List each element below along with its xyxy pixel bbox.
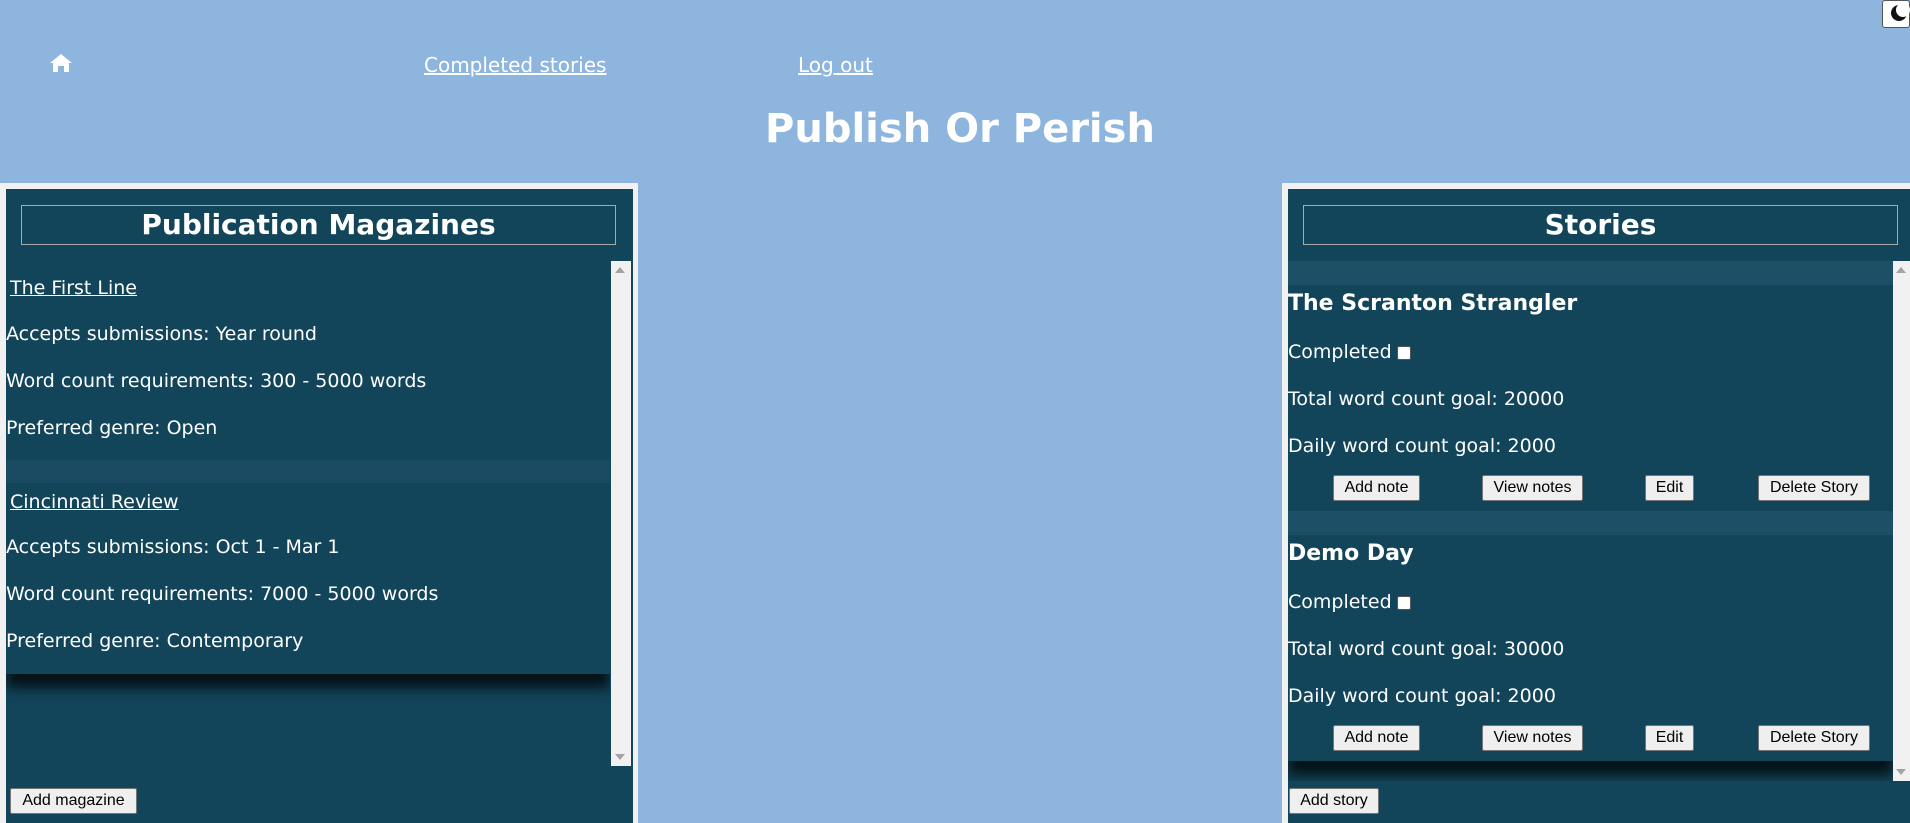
magazines-header: Publication Magazines	[21, 205, 616, 245]
daily-goal-text: Daily word count goal: 2000	[1288, 435, 1556, 457]
magazine-scrollbar[interactable]	[611, 261, 631, 766]
edit-button[interactable]: Edit	[1645, 475, 1694, 501]
edit-button[interactable]: Edit	[1645, 725, 1694, 751]
add-story-button[interactable]: Add story	[1289, 788, 1379, 814]
site-title: Publish Or Perish	[765, 106, 1155, 152]
completed-checkbox[interactable]	[1396, 345, 1411, 360]
completed-label: Completed	[1288, 591, 1392, 613]
magazine-link[interactable]: The First Line	[10, 277, 137, 299]
magazine-card: The First Line Accepts submissions: Year…	[6, 261, 610, 460]
delete-story-button[interactable]: Delete Story	[1758, 475, 1870, 501]
stories-panel: Stories The Scranton Strangler Completed…	[1282, 183, 1910, 823]
story-list[interactable]: The Scranton Strangler Completed Total w…	[1288, 261, 1893, 781]
word-count-text: Word count requirements: 300 - 5000 word…	[6, 370, 427, 392]
delete-story-button[interactable]: Delete Story	[1758, 725, 1870, 751]
story-card: Demo Day Completed Total word count goal…	[1288, 535, 1893, 761]
total-goal-text: Total word count goal: 30000	[1288, 638, 1565, 660]
completed-checkbox[interactable]	[1396, 595, 1411, 610]
story-title: Demo Day	[1288, 541, 1414, 566]
story-scrollbar[interactable]	[1893, 261, 1910, 781]
completed-label: Completed	[1288, 341, 1392, 363]
genre-text: Preferred genre: Open	[6, 417, 218, 439]
magazine-card: Cincinnati Review Accepts submissions: O…	[6, 483, 610, 674]
moon-icon	[1891, 3, 1910, 21]
stories-header: Stories	[1303, 205, 1898, 245]
completed-stories-link[interactable]: Completed stories	[424, 53, 606, 77]
magazines-panel: Publication Magazines The First Line Acc…	[0, 183, 638, 823]
add-magazine-button[interactable]: Add magazine	[10, 788, 137, 814]
story-title: The Scranton Strangler	[1288, 291, 1578, 316]
theme-toggle-button[interactable]	[1882, 0, 1910, 28]
submissions-text: Accepts submissions: Year round	[6, 323, 317, 345]
view-notes-button[interactable]: View notes	[1482, 475, 1583, 501]
add-note-button[interactable]: Add note	[1333, 725, 1420, 751]
submissions-text: Accepts submissions: Oct 1 - Mar 1	[6, 536, 340, 558]
magazine-list[interactable]: The First Line Accepts submissions: Year…	[6, 261, 610, 766]
home-icon[interactable]	[48, 52, 74, 74]
daily-goal-text: Daily word count goal: 2000	[1288, 685, 1556, 707]
genre-text: Preferred genre: Contemporary	[6, 630, 304, 652]
logout-link[interactable]: Log out	[798, 53, 873, 77]
word-count-text: Word count requirements: 7000 - 5000 wor…	[6, 583, 439, 605]
view-notes-button[interactable]: View notes	[1482, 725, 1583, 751]
total-goal-text: Total word count goal: 20000	[1288, 388, 1565, 410]
magazine-link[interactable]: Cincinnati Review	[10, 491, 179, 513]
story-card: The Scranton Strangler Completed Total w…	[1288, 285, 1893, 511]
add-note-button[interactable]: Add note	[1333, 475, 1420, 501]
